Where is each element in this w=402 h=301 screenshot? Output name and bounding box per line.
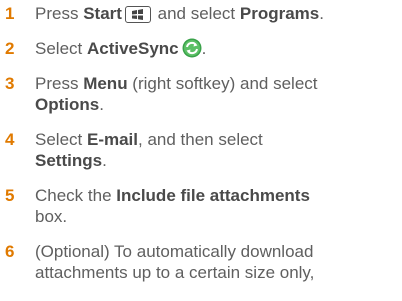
step-number: 6 [5, 242, 15, 261]
step-number: 2 [5, 39, 15, 58]
step-text: Press Menu (right softkey) and select Opt… [35, 74, 318, 114]
instruction-steps: 1 Press Start and select Programs. 2 Sel… [0, 0, 402, 301]
step-text: Press Start and select Programs. [35, 4, 324, 23]
windows-start-key-icon [124, 6, 151, 23]
step-number: 1 [5, 4, 15, 23]
activesync-icon [182, 38, 202, 58]
step-number: 3 [5, 74, 15, 93]
step-text: Select E-mail, and then select Settings. [35, 130, 263, 170]
step-text: (Optional) To automatically download atta… [35, 242, 315, 282]
step-text: Select ActiveSync. [35, 38, 207, 58]
step-number: 5 [5, 186, 15, 205]
step-text: Check the Include file attachments box. [35, 186, 310, 226]
step-number: 4 [5, 130, 15, 149]
